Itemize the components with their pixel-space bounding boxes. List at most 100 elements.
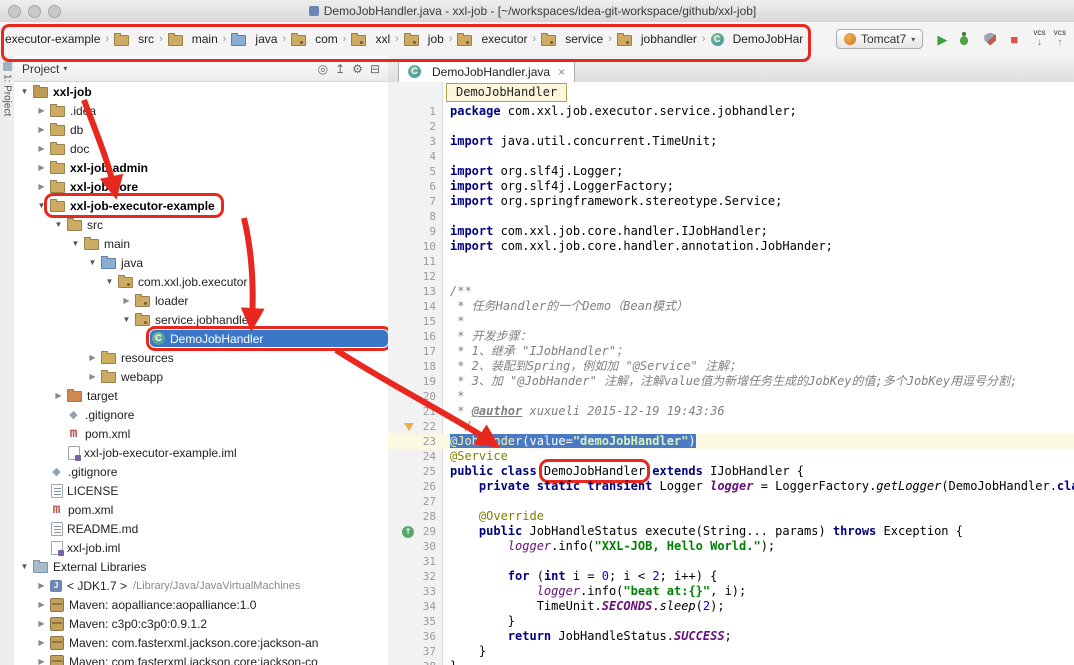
- tree-expander[interactable]: ▶: [35, 182, 48, 191]
- gutter-cell[interactable]: 14: [388, 299, 442, 314]
- tree-expander[interactable]: ▶: [35, 581, 48, 590]
- breadcrumb-item[interactable]: src: [112, 31, 156, 47]
- tree-expander[interactable]: ▶: [35, 600, 48, 609]
- zoom-window-button[interactable]: [48, 5, 61, 18]
- gutter-cell[interactable]: 13: [388, 284, 442, 299]
- gutter-cell[interactable]: 27: [388, 494, 442, 509]
- code-line[interactable]: 37 }: [388, 644, 1074, 659]
- code-line[interactable]: 1package com.xxl.job.executor.service.jo…: [388, 104, 1074, 119]
- code-line[interactable]: 21 * @author xuxueli 2015-12-19 19:43:36: [388, 404, 1074, 419]
- breadcrumb-item[interactable]: java: [229, 31, 279, 47]
- tree-row[interactable]: ▼main: [14, 234, 388, 253]
- code-line[interactable]: 20 *: [388, 389, 1074, 404]
- code-line[interactable]: 17 * 1、继承 "IJobHandler"；: [388, 344, 1074, 359]
- project-tool-button[interactable]: 1: Project: [2, 74, 13, 116]
- gutter-cell[interactable]: 20: [388, 389, 442, 404]
- gutter-cell[interactable]: 19: [388, 374, 442, 389]
- tree-row[interactable]: mpom.xml: [14, 500, 388, 519]
- tree-row[interactable]: xxl-job.iml: [14, 538, 388, 557]
- code-line[interactable]: ↑29 public JobHandleStatus execute(Strin…: [388, 524, 1074, 539]
- run-config-selector[interactable]: Tomcat7 ▾: [836, 29, 923, 49]
- close-tab-icon[interactable]: ×: [558, 65, 565, 79]
- tree-row[interactable]: ▶loader: [14, 291, 388, 310]
- code-line[interactable]: 15 *: [388, 314, 1074, 329]
- gutter-cell[interactable]: 22: [388, 419, 442, 434]
- vcs-commit-button[interactable]: VCS↑: [1054, 31, 1066, 48]
- gutter-cell[interactable]: 33: [388, 584, 442, 599]
- tree-expander[interactable]: ▶: [120, 296, 133, 305]
- gutter-cell[interactable]: 4: [388, 149, 442, 164]
- code-line[interactable]: 19 * 3、加 "@JobHander" 注解，注解value值为新增任务生成…: [388, 374, 1074, 389]
- gutter-cell[interactable]: 2: [388, 119, 442, 134]
- tree-expander[interactable]: ▼: [18, 562, 31, 571]
- breadcrumb-item[interactable]: service: [539, 31, 605, 47]
- tree-row[interactable]: ▶doc: [14, 139, 388, 158]
- gutter-cell[interactable]: 30: [388, 539, 442, 554]
- gutter-cell[interactable]: 18: [388, 359, 442, 374]
- minimize-window-button[interactable]: [28, 5, 41, 18]
- code-line[interactable]: 4: [388, 149, 1074, 164]
- settings-gear-icon[interactable]: ⚙: [352, 62, 363, 76]
- code-line[interactable]: 27: [388, 494, 1074, 509]
- breadcrumb-item[interactable]: executor: [455, 31, 529, 47]
- gutter-cell[interactable]: 3: [388, 134, 442, 149]
- tree-row[interactable]: ▶xxl-job-core: [14, 177, 388, 196]
- gutter-cell[interactable]: 23: [388, 434, 442, 449]
- tree-expander[interactable]: ▶: [52, 391, 65, 400]
- gutter-cell[interactable]: 6: [388, 179, 442, 194]
- gutter-cell[interactable]: 35: [388, 614, 442, 629]
- code-line[interactable]: 32 for (int i = 0; i < 2; i++) {: [388, 569, 1074, 584]
- tree-row[interactable]: LICENSE: [14, 481, 388, 500]
- code-line[interactable]: 30 logger.info("XXL-JOB, Hello World.");: [388, 539, 1074, 554]
- code-line[interactable]: 36 return JobHandleStatus.SUCCESS;: [388, 629, 1074, 644]
- tree-expander[interactable]: ▶: [35, 657, 48, 665]
- tree-row[interactable]: ▼service.jobhandler: [14, 310, 388, 329]
- code-line[interactable]: 12: [388, 269, 1074, 284]
- tree-expander[interactable]: ▶: [35, 125, 48, 134]
- tree-expander[interactable]: ▶: [86, 353, 99, 362]
- gutter-cell[interactable]: 38: [388, 659, 442, 665]
- tree-expander[interactable]: ▶: [86, 372, 99, 381]
- code-line[interactable]: 22 */: [388, 419, 1074, 434]
- breadcrumb-item[interactable]: CDemoJobHandler: [709, 31, 803, 47]
- gutter-cell[interactable]: 26: [388, 479, 442, 494]
- tree-row[interactable]: ▼java: [14, 253, 388, 272]
- tree-expander[interactable]: ▶: [35, 619, 48, 628]
- code-line[interactable]: 31: [388, 554, 1074, 569]
- breadcrumb-item[interactable]: executor-example: [3, 31, 102, 47]
- breadcrumb-item[interactable]: job: [402, 31, 446, 47]
- code-line[interactable]: 9import com.xxl.job.core.handler.IJobHan…: [388, 224, 1074, 239]
- hide-panel-icon[interactable]: ⊟: [370, 62, 380, 76]
- tree-row[interactable]: ▼src: [14, 215, 388, 234]
- breadcrumb-item[interactable]: jobhandler: [615, 31, 699, 47]
- code-line[interactable]: 34 TimeUnit.SECONDS.sleep(2);: [388, 599, 1074, 614]
- tree-expander[interactable]: ▼: [35, 201, 48, 210]
- code-line[interactable]: 18 * 2、装配到Spring，例如加 "@Service" 注解；: [388, 359, 1074, 374]
- gutter-cell[interactable]: 5: [388, 164, 442, 179]
- tree-expander[interactable]: ▶: [35, 144, 48, 153]
- tree-row[interactable]: ▼com.xxl.job.executor: [14, 272, 388, 291]
- debug-button[interactable]: [958, 32, 974, 47]
- breadcrumb-item[interactable]: com: [289, 31, 340, 47]
- code-line[interactable]: 11: [388, 254, 1074, 269]
- code-line[interactable]: 38}: [388, 659, 1074, 665]
- code-line[interactable]: 23@JobHander(value="demoJobHandler"): [388, 434, 1074, 449]
- gutter-cell[interactable]: 24: [388, 449, 442, 464]
- tree-expander[interactable]: ▼: [69, 239, 82, 248]
- code-line[interactable]: 8: [388, 209, 1074, 224]
- tree-expander[interactable]: ▶: [35, 106, 48, 115]
- tree-row[interactable]: mpom.xml: [14, 424, 388, 443]
- tree-row[interactable]: ▶Maven: aopalliance:aopalliance:1.0: [14, 595, 388, 614]
- tree-expander[interactable]: ▶: [35, 163, 48, 172]
- close-window-button[interactable]: [8, 5, 21, 18]
- editor-tab[interactable]: C DemoJobHandler.java ×: [398, 60, 575, 83]
- code-line[interactable]: 35 }: [388, 614, 1074, 629]
- tree-row[interactable]: ▶Maven: c3p0:c3p0:0.9.1.2: [14, 614, 388, 633]
- tree-row[interactable]: ▶.idea: [14, 101, 388, 120]
- tree-row[interactable]: ▶db: [14, 120, 388, 139]
- gutter-cell[interactable]: 21: [388, 404, 442, 419]
- code-line[interactable]: 16 * 开发步骤：: [388, 329, 1074, 344]
- code-line[interactable]: 24@Service: [388, 449, 1074, 464]
- tree-row[interactable]: ▼xxl-job: [14, 82, 388, 101]
- gutter-cell[interactable]: ↑29: [388, 524, 442, 539]
